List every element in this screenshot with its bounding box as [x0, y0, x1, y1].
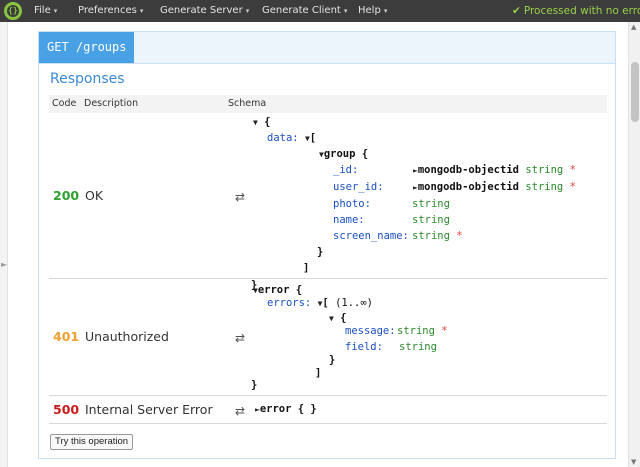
schema-field-name: name:: [333, 214, 365, 226]
schema-401-close-brace: }: [251, 379, 258, 391]
schema-200-data[interactable]: data: ▼[: [267, 132, 316, 144]
column-header-schema: Schema: [228, 98, 267, 109]
row-divider: [49, 423, 607, 424]
responses-heading: Responses: [50, 71, 125, 87]
schema-401-close-inner: }: [329, 354, 336, 366]
response-code-401: 401: [53, 329, 80, 344]
schema-field-field: field:: [345, 341, 383, 353]
chevron-down-icon: ▾: [383, 7, 388, 15]
schema-401-close-bracket: ]: [315, 367, 322, 379]
schema-field-name-type: string: [412, 214, 450, 226]
swap-icon[interactable]: ⇄: [235, 404, 245, 418]
chevron-down-icon: ▾: [245, 7, 250, 15]
menu-preferences[interactable]: Preferences ▾: [78, 0, 143, 22]
schema-200-close-bracket: ]: [303, 262, 310, 274]
scroll-thumb[interactable]: [631, 62, 639, 122]
response-description-ok: OK: [85, 188, 104, 203]
row-divider: [49, 278, 607, 279]
operation-panel: GET /groups Responses Code Description S…: [38, 31, 616, 459]
swap-icon[interactable]: ⇄: [235, 190, 245, 204]
schema-field-user-id-type[interactable]: ►mongodb-objectid string *: [413, 181, 576, 193]
row-divider: [49, 395, 607, 396]
response-code-200: 200: [53, 188, 80, 203]
swagger-logo-icon: {}: [4, 2, 22, 20]
collapse-triangle-icon: ▼: [329, 314, 334, 323]
schema-field-field-type: string: [399, 341, 437, 353]
response-description-unauthorized: Unauthorized: [85, 329, 169, 344]
menu-file[interactable]: File ▾: [34, 0, 57, 22]
response-code-500: 500: [53, 402, 80, 417]
menu-generate-client[interactable]: Generate Client ▾: [262, 0, 347, 22]
collapse-triangle-icon: ▼: [253, 118, 258, 127]
chevron-down-icon: ▾: [343, 7, 348, 15]
schema-200-group[interactable]: ▼group {: [319, 148, 368, 160]
swap-icon[interactable]: ⇄: [235, 331, 245, 345]
status-message: ✔ Processed with no error: [512, 5, 640, 17]
response-description-internal-server-error: Internal Server Error: [85, 402, 213, 417]
try-operation-button[interactable]: Try this operation: [50, 434, 134, 450]
schema-field-id: _id:: [333, 164, 359, 176]
scroll-up-icon[interactable]: ▲: [631, 23, 636, 31]
menu-bar: {} File ▾ Preferences ▾ Generate Server ▾ G…: [0, 0, 640, 22]
schema-200-open[interactable]: ▼ {: [253, 116, 270, 128]
schema-401-error[interactable]: ▼error {: [253, 284, 302, 296]
column-header-code: Code: [52, 98, 77, 109]
schema-401-errors[interactable]: errors: ▼[ (1..∞): [267, 297, 373, 309]
vertical-scrollbar[interactable]: ▲ ▼: [628, 22, 640, 467]
expand-arrow-icon[interactable]: ►: [1, 260, 7, 269]
column-header-description: Description: [84, 98, 139, 109]
schema-field-photo-type: string: [412, 198, 450, 210]
schema-500-error[interactable]: ►error { }: [255, 403, 317, 415]
check-icon: ✔: [512, 5, 521, 17]
method-path-label: GET /groups: [39, 32, 135, 63]
schema-field-message: message:: [345, 325, 396, 337]
schema-401-object[interactable]: ▼ {: [329, 312, 346, 324]
scroll-down-icon[interactable]: ▼: [631, 458, 636, 466]
schema-field-screen-name-type: string *: [412, 230, 463, 242]
left-gutter: ►: [0, 22, 8, 467]
schema-field-screen-name: screen_name:: [333, 230, 409, 242]
schema-field-user-id: user_id:: [333, 181, 384, 193]
schema-field-id-type[interactable]: ►mongodb-objectid string *: [413, 164, 576, 176]
schema-field-message-type: string *: [397, 325, 448, 337]
operation-header[interactable]: GET /groups: [39, 32, 615, 64]
chevron-down-icon: ▾: [53, 7, 58, 15]
chevron-down-icon: ▾: [139, 7, 144, 15]
schema-200-close-group: }: [317, 246, 324, 258]
menu-generate-server[interactable]: Generate Server ▾: [160, 0, 249, 22]
menu-help[interactable]: Help ▾: [358, 0, 387, 22]
schema-field-photo: photo:: [333, 198, 371, 210]
